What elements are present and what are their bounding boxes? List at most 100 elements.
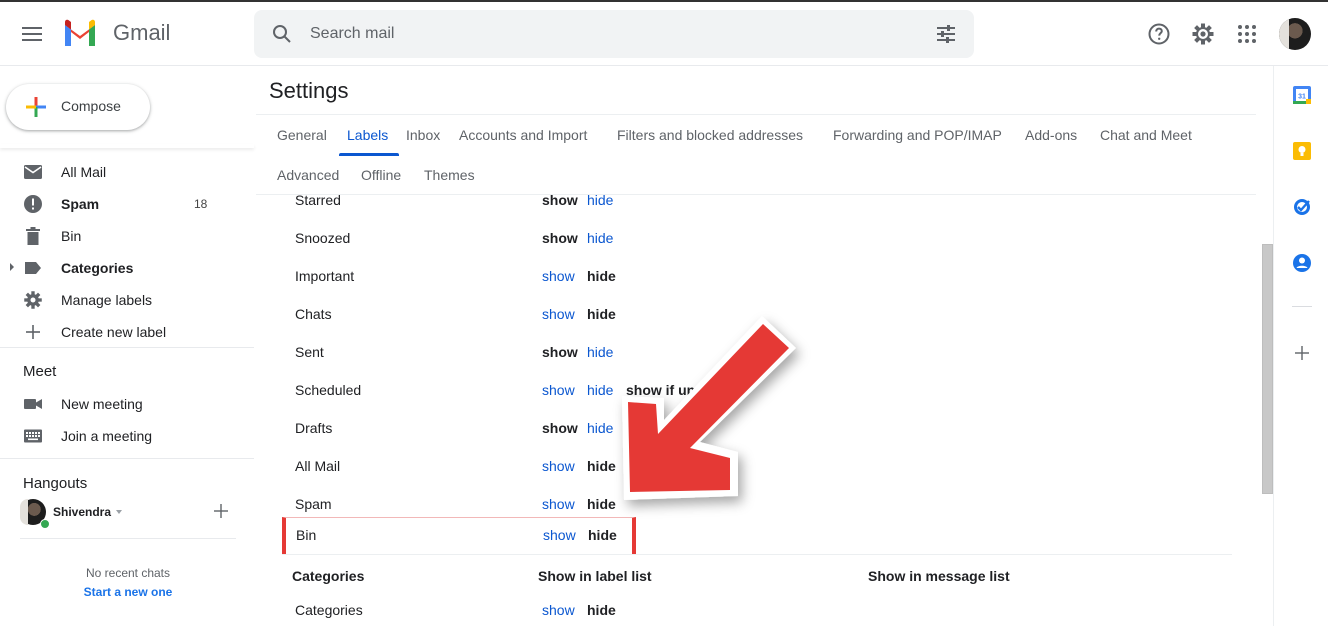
tab-forwarding[interactable]: Forwarding and POP/IMAP bbox=[833, 127, 1002, 143]
contacts-icon[interactable] bbox=[1292, 253, 1312, 273]
side-panel-divider bbox=[1292, 306, 1312, 307]
video-icon bbox=[24, 399, 42, 409]
categories-column-header: Categories bbox=[292, 568, 365, 584]
settings-icon[interactable] bbox=[1191, 22, 1215, 46]
sidebar-item-spam[interactable]: Spam 18 bbox=[0, 187, 254, 219]
label-list-column-header: Show in label list bbox=[538, 568, 652, 584]
gmail-logo-icon[interactable] bbox=[62, 19, 98, 47]
show-option[interactable]: show bbox=[543, 527, 576, 543]
trash-icon bbox=[26, 227, 40, 245]
hide-option[interactable]: hide bbox=[587, 458, 616, 474]
label-row-scheduled: Scheduled show hide show if unread bbox=[282, 371, 1242, 409]
hangouts-user-name[interactable]: Shivendra bbox=[53, 505, 111, 519]
search-input[interactable] bbox=[310, 10, 910, 58]
show-option[interactable]: show bbox=[542, 458, 575, 474]
no-recent-chats-text: No recent chats bbox=[85, 566, 171, 580]
tab-chat-meet[interactable]: Chat and Meet bbox=[1100, 127, 1192, 143]
tab-themes[interactable]: Themes bbox=[424, 167, 475, 183]
label-name: Bin bbox=[296, 527, 317, 543]
menu-icon-bar bbox=[22, 39, 42, 41]
show-if-unread-option[interactable]: show if unread bbox=[626, 382, 725, 398]
section-divider bbox=[0, 458, 254, 459]
tab-inbox[interactable]: Inbox bbox=[406, 127, 440, 143]
sidebar-item-manage-labels[interactable]: Manage labels bbox=[0, 283, 254, 315]
show-option[interactable]: show bbox=[542, 195, 578, 208]
tab-advanced[interactable]: Advanced bbox=[277, 167, 339, 183]
tab-filters[interactable]: Filters and blocked addresses bbox=[617, 127, 803, 143]
show-option[interactable]: show bbox=[542, 306, 575, 322]
hide-option[interactable]: hide bbox=[587, 602, 616, 618]
hide-option[interactable]: hide bbox=[587, 344, 613, 360]
hide-option[interactable]: hide bbox=[587, 268, 616, 284]
compose-button[interactable]: Compose bbox=[6, 84, 150, 130]
content-scrollbar[interactable] bbox=[1262, 244, 1273, 494]
label-name: Scheduled bbox=[295, 382, 362, 398]
hide-option[interactable]: hide bbox=[587, 420, 613, 436]
label-row-drafts: Drafts show hide bbox=[282, 409, 1242, 447]
unread-count: 18 bbox=[194, 197, 208, 211]
compose-plus-icon bbox=[26, 97, 46, 117]
tab-general[interactable]: General bbox=[277, 127, 327, 143]
sidebar-item-bin[interactable]: Bin bbox=[0, 219, 254, 251]
meet-join-meeting[interactable]: Join a meeting bbox=[0, 419, 254, 451]
mail-icon bbox=[24, 165, 42, 179]
sidebar-item-label: Categories bbox=[61, 260, 134, 276]
label-row-bin-highlighted: Bin show hide bbox=[282, 517, 636, 555]
label-name: Spam bbox=[295, 496, 332, 512]
category-name: Categories bbox=[295, 602, 363, 618]
main-menu-button[interactable] bbox=[18, 20, 46, 48]
show-option[interactable]: show bbox=[542, 230, 578, 246]
label-row-chats: Chats show hide bbox=[282, 295, 1242, 333]
sidebar-item-all-mail[interactable]: All Mail bbox=[0, 155, 254, 187]
search-options-icon[interactable] bbox=[934, 22, 958, 46]
hide-option[interactable]: hide bbox=[588, 527, 617, 543]
tab-accounts-import[interactable]: Accounts and Import bbox=[459, 127, 587, 143]
tab-offline[interactable]: Offline bbox=[361, 167, 401, 183]
sidebar-item-label: All Mail bbox=[61, 164, 107, 180]
tasks-icon[interactable] bbox=[1292, 197, 1312, 217]
side-panel: 31 bbox=[1273, 66, 1328, 626]
show-option[interactable]: show bbox=[542, 268, 575, 284]
calendar-icon[interactable]: 31 bbox=[1292, 85, 1312, 105]
label-name: Sent bbox=[295, 344, 324, 360]
show-option[interactable]: show bbox=[542, 382, 575, 398]
hide-option[interactable]: hide bbox=[587, 195, 613, 208]
add-addon-icon[interactable] bbox=[1292, 343, 1312, 363]
label-name: Snoozed bbox=[295, 230, 351, 246]
label-row-all-mail: All Mail show hide bbox=[282, 447, 1242, 485]
account-avatar[interactable] bbox=[1279, 18, 1311, 50]
sidebar-item-categories[interactable]: Categories bbox=[0, 251, 254, 283]
hide-option[interactable]: hide bbox=[587, 230, 613, 246]
show-option[interactable]: show bbox=[542, 344, 578, 360]
svg-text:31: 31 bbox=[1298, 94, 1306, 101]
active-tab-indicator bbox=[339, 153, 399, 156]
hide-option[interactable]: hide bbox=[587, 496, 616, 512]
meet-item-label: New meeting bbox=[61, 396, 143, 412]
show-option[interactable]: show bbox=[542, 420, 578, 436]
start-new-chat-link[interactable]: Start a new one bbox=[0, 585, 256, 599]
status-dropdown-icon[interactable] bbox=[116, 510, 122, 514]
section-divider bbox=[0, 347, 254, 348]
labels-table: Starred show hide Snoozed show hide Impo… bbox=[256, 195, 1256, 626]
new-chat-plus-icon[interactable] bbox=[213, 503, 229, 519]
tab-labels[interactable]: Labels bbox=[347, 127, 388, 143]
apps-grid-icon[interactable] bbox=[1235, 22, 1259, 46]
hide-option[interactable]: hide bbox=[587, 382, 613, 398]
expand-arrow-icon[interactable] bbox=[10, 263, 14, 271]
show-option[interactable]: show bbox=[542, 496, 575, 512]
sidebar-item-create-label[interactable]: Create new label bbox=[0, 315, 254, 347]
hide-option[interactable]: hide bbox=[587, 306, 616, 322]
keep-icon[interactable] bbox=[1292, 141, 1312, 161]
page-title: Settings bbox=[269, 78, 349, 103]
search-icon[interactable] bbox=[270, 22, 294, 46]
menu-icon-bar bbox=[22, 33, 42, 35]
meet-new-meeting[interactable]: New meeting bbox=[0, 387, 254, 419]
category-row-categories: Categories show hide bbox=[282, 591, 1242, 626]
sidebar-item-label: Bin bbox=[61, 228, 82, 244]
compose-label: Compose bbox=[61, 98, 121, 114]
gear-icon bbox=[24, 291, 42, 309]
tab-addons[interactable]: Add-ons bbox=[1025, 127, 1077, 143]
show-option[interactable]: show bbox=[542, 602, 575, 618]
help-icon[interactable] bbox=[1147, 22, 1171, 46]
nav-scroll-shadow bbox=[0, 144, 254, 148]
